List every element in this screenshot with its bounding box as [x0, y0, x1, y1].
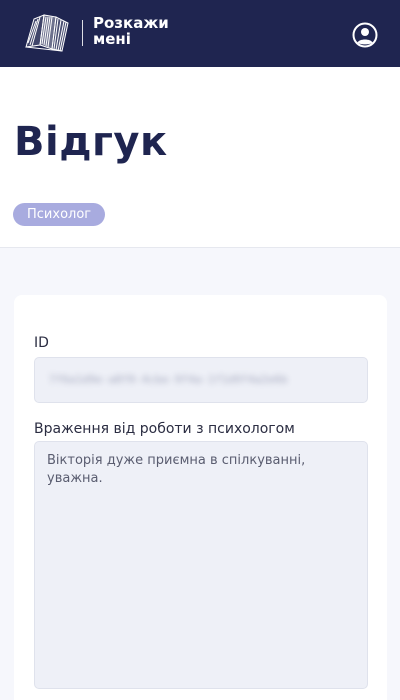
page-title: Відгук: [14, 119, 168, 165]
id-field[interactable]: 7f6a1d9e-a8f0-4cbe-9f4a-1f1d9f4a2e6b: [34, 357, 368, 403]
title-section: Відгук Психолог: [0, 67, 400, 248]
content-area: ID 7f6a1d9e-a8f0-4cbe-9f4a-1f1d9f4a2e6b …: [0, 248, 400, 700]
review-page: Розкажи мені Відгук Психолог ID 7f6a1d9e…: [0, 0, 400, 700]
folded-paper-logo-icon[interactable]: [22, 11, 72, 57]
impression-label: Враження від роботи з психологом: [34, 421, 295, 437]
review-card: ID 7f6a1d9e-a8f0-4cbe-9f4a-1f1d9f4a2e6b …: [14, 295, 387, 700]
brand-name[interactable]: Розкажи мені: [93, 15, 169, 47]
role-badge: Психолог: [13, 203, 106, 226]
id-label: ID: [34, 335, 49, 351]
brand-line-1: Розкажи: [93, 14, 169, 32]
id-value: 7f6a1d9e-a8f0-4cbe-9f4a-1f1d9f4a2e6b: [49, 373, 288, 386]
logo-divider: [82, 20, 83, 46]
user-circle-icon[interactable]: [352, 22, 378, 48]
brand-line-2: мені: [93, 30, 131, 48]
impression-value: Вікторія дуже приємна в спілкуванні, ува…: [47, 453, 306, 486]
top-bar: Розкажи мені: [0, 0, 400, 67]
impression-textarea[interactable]: Вікторія дуже приємна в спілкуванні, ува…: [34, 441, 368, 689]
